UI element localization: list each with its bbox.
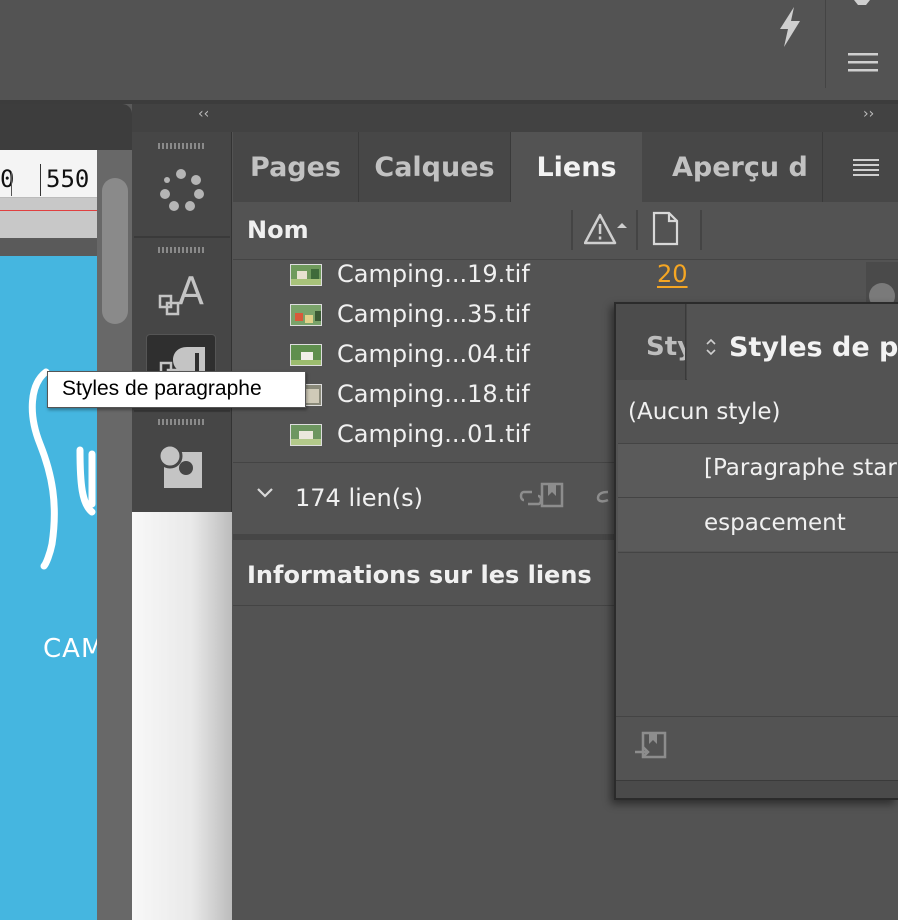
- page-text: CAM: [43, 634, 105, 664]
- paragraph-styles-tab-label: Styles de pa: [729, 332, 898, 363]
- column-divider[interactable]: [636, 210, 638, 250]
- link-thumbnail: [290, 424, 322, 446]
- dock-header: [132, 104, 898, 132]
- link-name: Camping...18.tif: [337, 380, 530, 408]
- style-item-label: [Paragraphe star: [704, 455, 897, 481]
- style-none[interactable]: (Aucun style): [628, 399, 781, 425]
- ruler-label-0: 0: [0, 165, 15, 193]
- tab-styles-inactive[interactable]: Sty: [616, 304, 686, 380]
- sort-updown-icon: [706, 338, 716, 356]
- grip-handle[interactable]: [158, 418, 206, 426]
- link-thumbnail: [290, 264, 322, 286]
- link-row[interactable]: [233, 256, 883, 296]
- ruler-tick: [11, 172, 12, 196]
- link-info-title: Informations sur les liens: [247, 561, 592, 589]
- ruler-tick: [40, 164, 41, 196]
- link-name: Camping...19.tif: [337, 260, 530, 288]
- go-to-link-icon[interactable]: [594, 484, 616, 506]
- document-tab-bar[interactable]: [0, 104, 132, 150]
- ruler-label: 550: [46, 165, 90, 193]
- link-name: Camping...35.tif: [337, 300, 530, 328]
- tab-preflight[interactable]: Aperçu d: [642, 132, 823, 202]
- hamburger-menu-icon[interactable]: [846, 50, 880, 74]
- grip-handle[interactable]: [158, 142, 206, 150]
- load-styles-icon[interactable]: [633, 730, 669, 764]
- style-item-label: espacement: [704, 510, 846, 536]
- link-thumbnail: [290, 344, 322, 366]
- column-divider[interactable]: [700, 210, 702, 250]
- panel-resize-bar[interactable]: [616, 780, 898, 798]
- link-thumbnail: [290, 304, 322, 326]
- relink-icon[interactable]: [518, 480, 564, 512]
- tab-links[interactable]: Liens: [511, 132, 642, 202]
- column-divider[interactable]: [571, 210, 573, 250]
- style-list-divider: [618, 552, 898, 553]
- panel-menu-icon[interactable]: [853, 158, 879, 178]
- tab-layers[interactable]: Calques: [359, 132, 511, 202]
- collapse-left-button[interactable]: ‹‹: [198, 106, 209, 122]
- link-name: Camping...04.tif: [337, 340, 530, 368]
- links-column-header: [233, 202, 898, 260]
- icon-divider: [134, 410, 230, 412]
- character-styles-icon[interactable]: A: [146, 258, 216, 328]
- color-swatches-icon[interactable]: [146, 156, 216, 226]
- toolbar-separator: [825, 0, 826, 88]
- tooltip: Styles de paragraphe: [47, 371, 306, 408]
- expand-right-button[interactable]: ››: [863, 106, 874, 122]
- grip-handle[interactable]: [158, 246, 206, 254]
- page-column-icon[interactable]: [651, 211, 679, 247]
- bleed-guide: [0, 210, 100, 211]
- link-name: Camping...01.tif: [337, 420, 530, 448]
- chevron-down-icon[interactable]: [255, 486, 275, 500]
- object-styles-icon[interactable]: [146, 430, 216, 500]
- svg-text:A: A: [178, 269, 204, 313]
- links-count: 174 lien(s): [295, 484, 423, 512]
- icon-dock-empty-area: [132, 512, 232, 920]
- application-bar: [0, 0, 898, 103]
- gear-icon[interactable]: [850, 0, 874, 8]
- tab-pages[interactable]: Pages: [233, 132, 359, 202]
- link-page-number[interactable]: 20: [657, 260, 688, 288]
- icon-divider: [134, 236, 230, 238]
- lightning-icon[interactable]: [772, 5, 806, 49]
- column-name-header[interactable]: Nom: [247, 216, 309, 244]
- status-warning-icon[interactable]: [584, 212, 628, 248]
- document-scroll-thumb[interactable]: [102, 178, 128, 324]
